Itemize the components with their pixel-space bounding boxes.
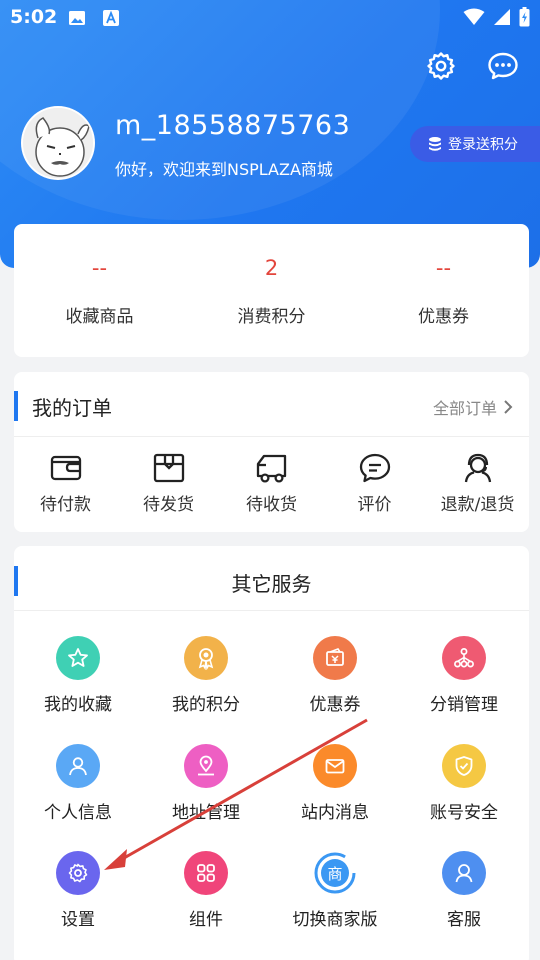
location-icon	[184, 744, 228, 788]
status-bar: 5:02	[0, 0, 540, 36]
order-label: 待付款	[40, 495, 91, 515]
merchant-badge-text: 商	[327, 865, 342, 883]
gear-icon	[427, 52, 455, 80]
wifi-icon	[463, 8, 485, 25]
service-favorites[interactable]: 我的收藏	[14, 636, 142, 715]
my-orders-card: 我的订单 全部订单 待付款 待发货 待收货 评价 退款/退货	[14, 372, 529, 532]
order-label: 退款/退货	[440, 495, 515, 515]
stat-label: 收藏商品	[65, 307, 134, 327]
username: m_18558875763	[115, 110, 351, 141]
stat-points[interactable]: 2 消费积分	[186, 224, 357, 357]
order-refund[interactable]: 退款/退货	[426, 452, 529, 515]
service-label: 我的收藏	[44, 695, 112, 715]
signal-icon	[494, 9, 510, 25]
coins-icon	[429, 137, 441, 151]
gallery-icon	[69, 11, 85, 25]
login-points-label: 登录送积分	[448, 137, 518, 153]
service-coupons[interactable]: 优惠券	[271, 636, 399, 715]
chat-bubble-icon	[488, 52, 518, 80]
stat-value: --	[91, 256, 108, 280]
grid-icon	[184, 851, 228, 895]
stat-favorites[interactable]: -- 收藏商品	[14, 224, 185, 357]
order-pending-shipment[interactable]: 待发货	[117, 452, 220, 515]
avatar[interactable]	[21, 106, 95, 180]
service-profile[interactable]: 个人信息	[14, 744, 142, 823]
stat-value: 2	[264, 256, 279, 280]
orders-title: 我的订单	[32, 396, 112, 420]
order-label: 评价	[357, 495, 392, 515]
service-label: 客服	[447, 910, 481, 930]
stat-label: 消费积分	[237, 307, 306, 327]
section-accent-bar	[14, 391, 18, 421]
service-label: 优惠券	[309, 695, 361, 715]
services-title: 其它服务	[231, 572, 312, 596]
messages-button[interactable]	[485, 48, 521, 84]
order-review[interactable]: 评价	[323, 452, 426, 515]
comment-icon	[359, 453, 390, 483]
order-label: 待发货	[143, 495, 194, 515]
divider	[14, 436, 529, 437]
network-icon	[442, 636, 486, 680]
service-label: 设置	[61, 910, 95, 930]
all-orders-link[interactable]: 全部订单	[433, 395, 513, 419]
user-icon	[56, 744, 100, 788]
settings-gear-button[interactable]	[423, 48, 459, 84]
divider	[14, 610, 529, 611]
service-label: 切换商家版	[292, 910, 378, 930]
stat-label: 优惠券	[418, 307, 469, 327]
mail-icon	[313, 744, 357, 788]
service-agent-icon	[464, 453, 491, 483]
wallet-icon	[50, 455, 81, 481]
gear-icon	[56, 851, 100, 895]
stat-value: --	[435, 256, 452, 280]
service-points[interactable]: 我的积分	[142, 636, 270, 715]
service-settings[interactable]: 设置	[14, 851, 142, 930]
coupon-icon	[313, 636, 357, 680]
customer-service-icon	[442, 851, 486, 895]
medal-icon	[184, 636, 228, 680]
box-icon	[153, 453, 184, 483]
welcome-text: 你好，欢迎来到NSPLAZA商城	[115, 160, 333, 179]
order-pending-payment[interactable]: 待付款	[14, 452, 117, 515]
service-switch-merchant[interactable]: 商 切换商家版	[271, 851, 399, 930]
service-components[interactable]: 组件	[142, 851, 270, 930]
status-time: 5:02	[10, 6, 58, 28]
chevron-right-icon	[504, 400, 513, 414]
order-pending-receipt[interactable]: 待收货	[220, 452, 323, 515]
login-points-button[interactable]: 登录送积分	[410, 126, 540, 162]
service-label: 我的积分	[172, 695, 240, 715]
other-services-card: 其它服务 我的收藏 我的积分 优惠券 分销管理 个人信息 地址管理 站内消息 账…	[14, 546, 529, 960]
service-distribution[interactable]: 分销管理	[400, 636, 528, 715]
service-address[interactable]: 地址管理	[142, 744, 270, 823]
service-label: 账号安全	[430, 803, 498, 823]
service-customer-service[interactable]: 客服	[400, 851, 528, 930]
battery-icon	[519, 7, 530, 27]
service-label: 分销管理	[430, 695, 498, 715]
font-icon	[103, 10, 119, 26]
order-label: 待收货	[246, 495, 297, 515]
switch-merchant-icon: 商	[313, 851, 357, 895]
service-label: 站内消息	[301, 803, 369, 823]
service-account-security[interactable]: 账号安全	[400, 744, 528, 823]
stat-coupons[interactable]: -- 优惠券	[358, 224, 529, 357]
service-messages[interactable]: 站内消息	[271, 744, 399, 823]
cartoon-avatar-image	[23, 108, 93, 178]
truck-icon	[256, 454, 286, 483]
service-label: 地址管理	[172, 803, 240, 823]
service-label: 个人信息	[44, 803, 112, 823]
service-label: 组件	[189, 910, 223, 930]
stats-card: -- 收藏商品 2 消费积分 -- 优惠券	[14, 224, 529, 357]
all-orders-label: 全部订单	[432, 399, 497, 418]
shield-icon	[442, 744, 486, 788]
star-icon	[56, 636, 100, 680]
